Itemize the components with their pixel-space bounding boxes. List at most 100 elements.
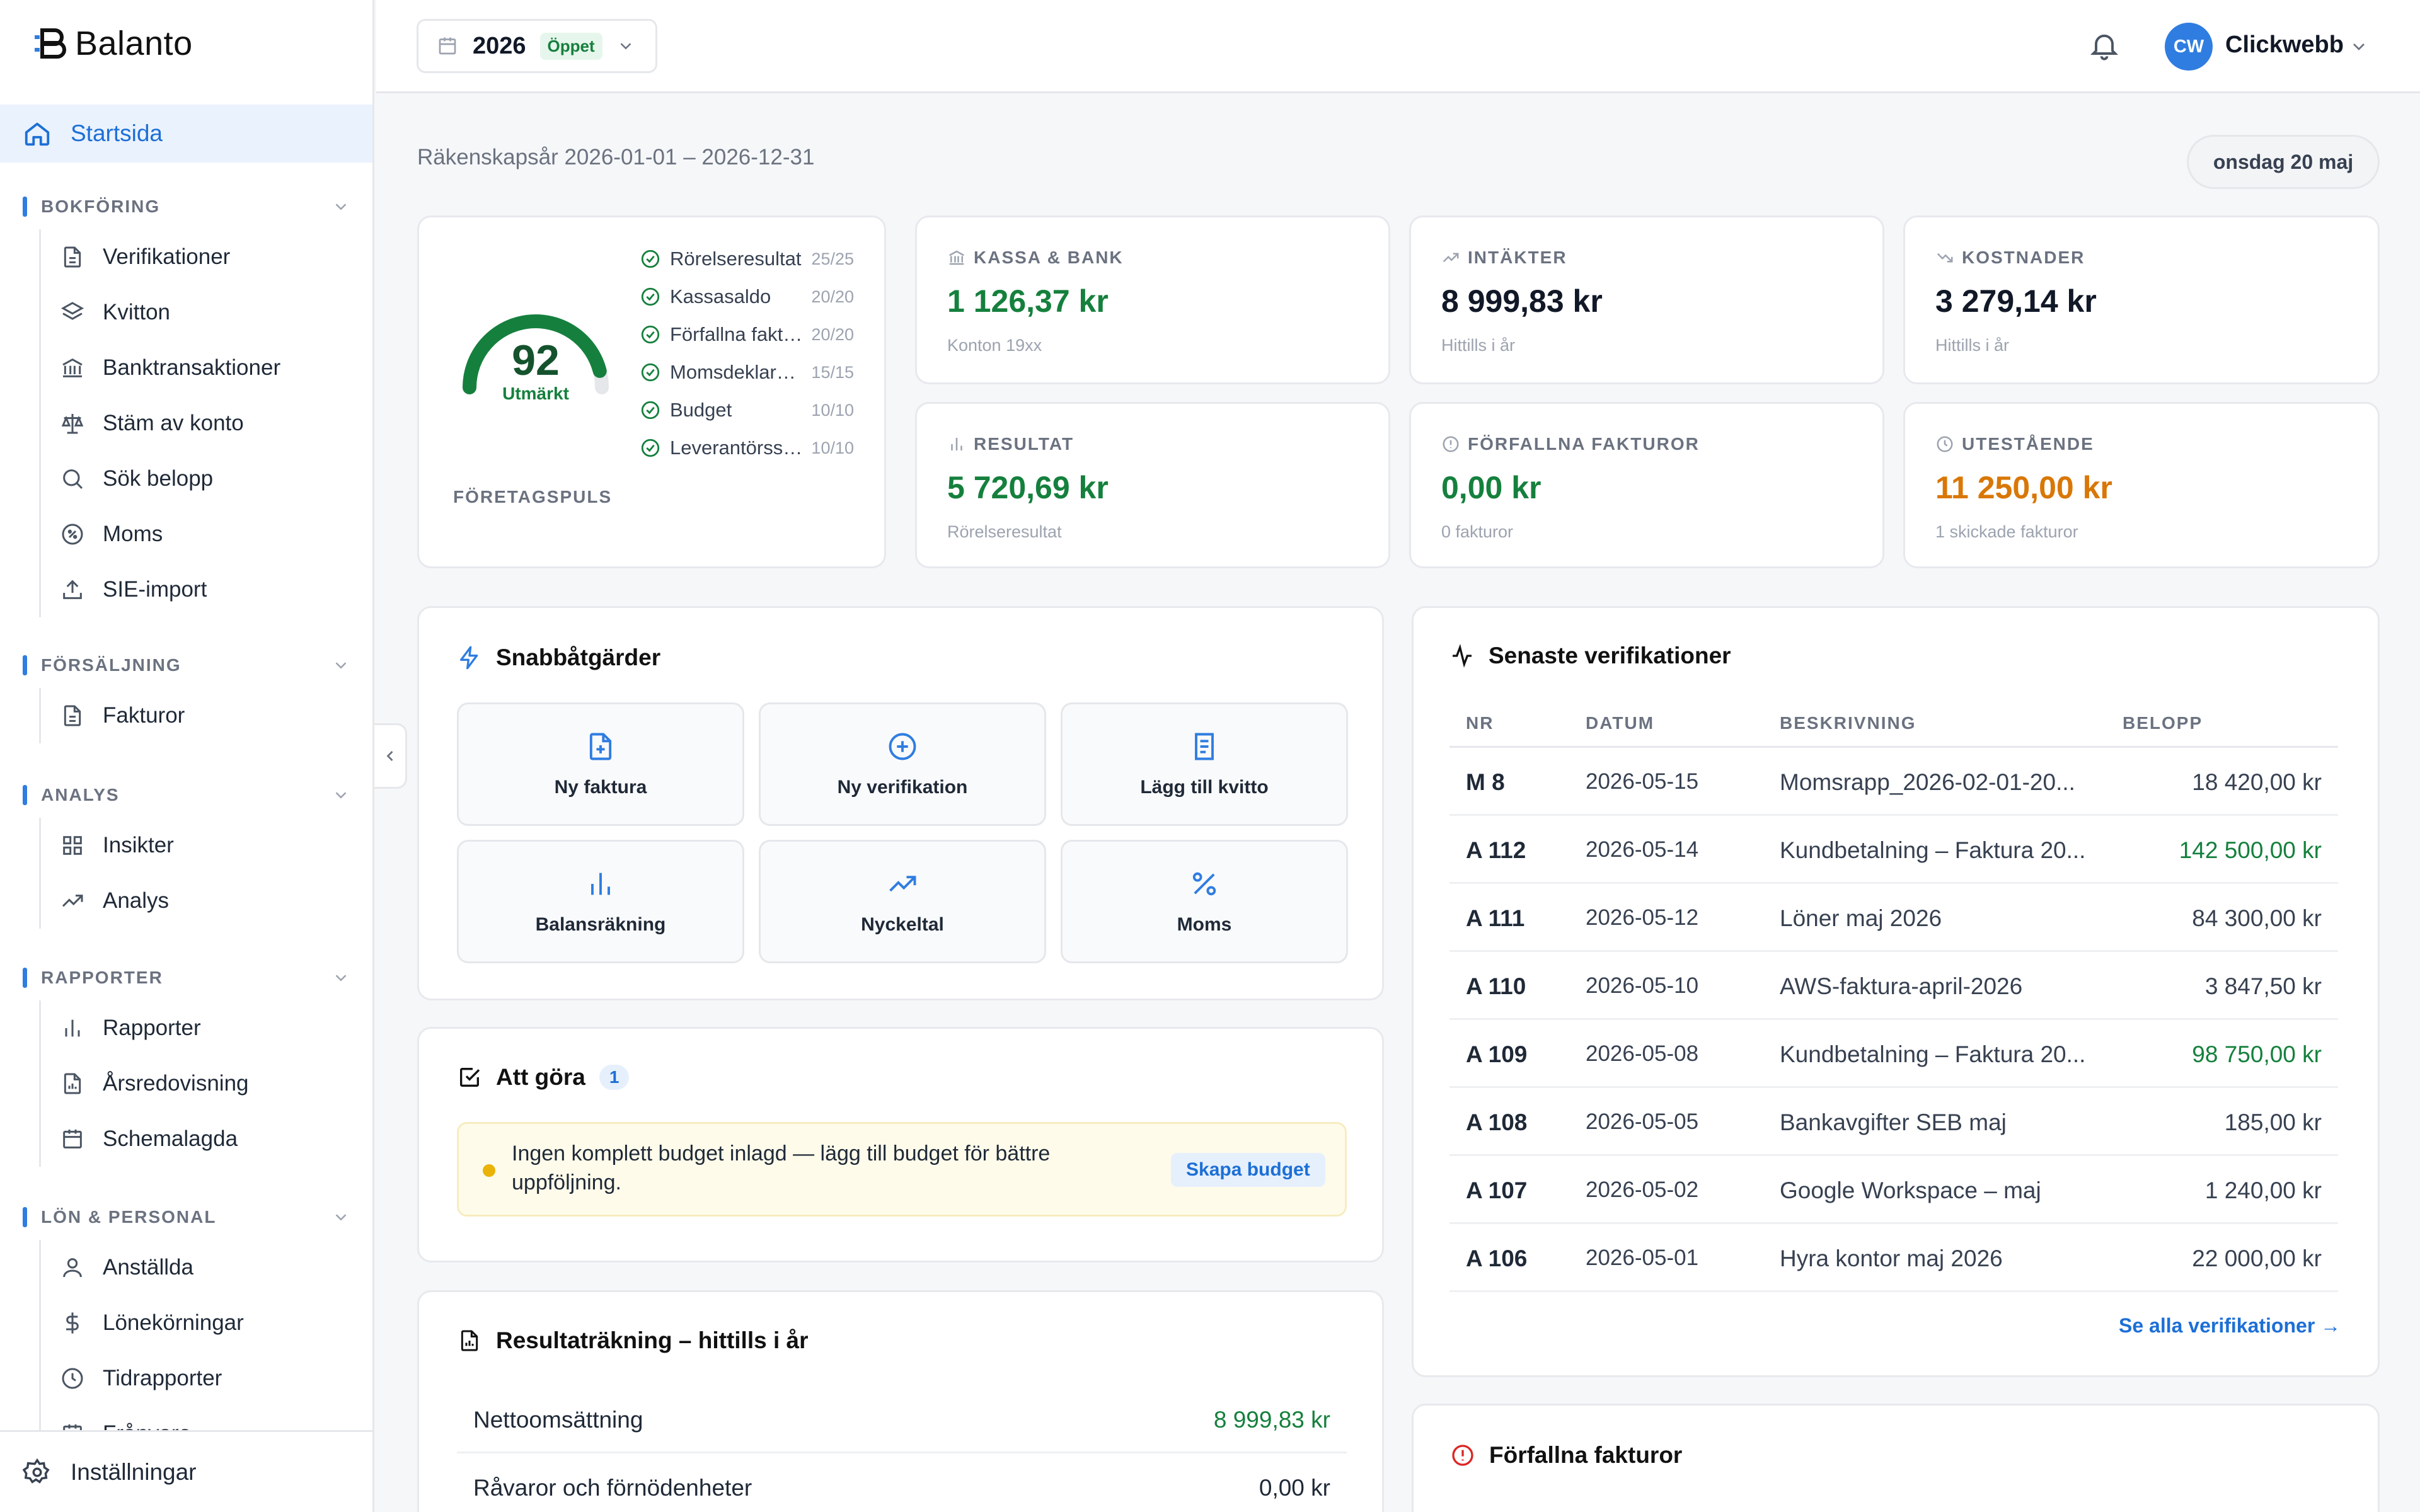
row-label: Nettoomsättning bbox=[473, 1407, 643, 1433]
table-row[interactable]: A 107 2026-05-02 Google Workspace – maj 1 2… bbox=[1449, 1156, 2338, 1224]
sidebar-item-settings[interactable]: Inställningar bbox=[0, 1430, 372, 1512]
section-bokforing[interactable]: BOKFÖRING bbox=[23, 194, 350, 219]
table-row[interactable]: A 111 2026-05-12 Löner maj 2026 84 300,00 k… bbox=[1449, 884, 2338, 952]
sidebar-item-arsredovisning[interactable]: Årsredovisning bbox=[41, 1056, 249, 1111]
todo-item: Ingen komplett budget inlagd — lägg till… bbox=[457, 1122, 1347, 1217]
clock-icon bbox=[62, 1368, 83, 1389]
table-row[interactable]: A 112 2026-05-14 Kundbetalning – Faktura 2… bbox=[1449, 816, 2338, 884]
verification-nr: A 111 bbox=[1466, 905, 1525, 931]
sidebar-item-lonekorningar[interactable]: Lönekörningar bbox=[41, 1295, 244, 1351]
kpi-sub: Hittills i år bbox=[1935, 336, 2010, 355]
section-title: ANALYS bbox=[41, 785, 120, 805]
action-vat[interactable]: Moms bbox=[1061, 840, 1348, 963]
bank-icon bbox=[949, 250, 964, 265]
kpi-value: 5 720,69 kr bbox=[947, 470, 1109, 505]
check-circle-icon bbox=[641, 438, 660, 457]
sidebar-item-fakturor[interactable]: Fakturor bbox=[41, 688, 185, 743]
sidebar-item-tidrapporter[interactable]: Tidrapporter bbox=[41, 1351, 244, 1406]
sidebar-item-rapporter[interactable]: Rapporter bbox=[41, 1000, 249, 1056]
sidebar-item-label: Verifikationer bbox=[103, 244, 231, 269]
action-key-figures[interactable]: Nyckeltal bbox=[759, 840, 1046, 963]
check-circle-icon bbox=[641, 249, 660, 268]
sidebar-item-analys[interactable]: Analys bbox=[41, 873, 174, 929]
kpi-outstanding[interactable]: UTESTÅENDE 11 250,00 kr 1 skickade faktu… bbox=[1903, 402, 2380, 568]
sidebar-item-label: Lönekörningar bbox=[103, 1310, 244, 1335]
section-rapporter[interactable]: RAPPORTER bbox=[23, 965, 350, 990]
check-circle-icon bbox=[641, 325, 660, 344]
kpi-costs[interactable]: KOSTNADER 3 279,14 kr Hittills i år bbox=[1903, 215, 2380, 384]
overdue-invoices-card: Förfallna fakturor bbox=[1412, 1404, 2380, 1512]
verification-description: Kundbetalning – Faktura 20... bbox=[1780, 837, 2086, 863]
section-lon-personal[interactable]: LÖN & PERSONAL bbox=[23, 1205, 350, 1230]
section-title: RAPPORTER bbox=[41, 968, 163, 987]
receipt-icon bbox=[1195, 733, 1214, 760]
see-all-verifications-link[interactable]: Se alla verifikationer → bbox=[2119, 1314, 2341, 1337]
sidebar-item-label: Årsredovisning bbox=[103, 1071, 249, 1096]
pulse-item-name: Rörelseresultat bbox=[670, 248, 802, 270]
pulse-checklist-item: Rörelseresultat 25/25 bbox=[640, 248, 854, 270]
activity-icon bbox=[1453, 644, 1472, 668]
section-title: LÖN & PERSONAL bbox=[41, 1207, 217, 1227]
sidebar-item-stam-av-konto[interactable]: Stäm av konto bbox=[41, 396, 280, 451]
chevron-down-icon bbox=[335, 975, 347, 982]
sidebar-item-label: Banktransaktioner bbox=[103, 355, 281, 380]
app-logo[interactable]: Balanto bbox=[33, 24, 193, 63]
verification-date: 2026-05-01 bbox=[1586, 1246, 1699, 1270]
kpi-result[interactable]: RESULTAT 5 720,69 kr Rörelseresultat bbox=[915, 402, 1390, 568]
sidebar-item-anstallda[interactable]: Anställda bbox=[41, 1240, 244, 1295]
table-row[interactable]: A 108 2026-05-05 Bankavgifter SEB maj 185,0… bbox=[1449, 1088, 2338, 1156]
table-row[interactable]: M 8 2026-05-15 Momsrapp_2026-02-01-20... 18… bbox=[1449, 748, 2338, 816]
action-label: Balansräkning bbox=[535, 914, 666, 935]
avatar[interactable]: CW bbox=[2165, 23, 2213, 71]
chevron-down-icon bbox=[335, 662, 347, 669]
kpi-value: 8 999,83 kr bbox=[1441, 284, 1603, 319]
sidebar-item-home[interactable]: Startsida bbox=[0, 105, 372, 163]
sidebar-item-label: Kvitton bbox=[103, 300, 170, 324]
table-row[interactable]: A 109 2026-05-08 Kundbetalning – Faktura 2… bbox=[1449, 1020, 2338, 1088]
settings-label: Inställningar bbox=[71, 1458, 197, 1485]
verification-amount: 185,00 kr bbox=[2224, 1109, 2322, 1135]
sidebar-item-verifikationer[interactable]: Verifikationer bbox=[41, 229, 280, 285]
action-add-receipt[interactable]: Lägg till kvitto bbox=[1061, 702, 1348, 826]
bank-icon bbox=[62, 358, 83, 377]
sidebar-item-schemalagda[interactable]: Schemalagda bbox=[41, 1111, 249, 1167]
sidebar-item-moms[interactable]: Moms bbox=[41, 507, 280, 562]
table-row[interactable]: A 106 2026-05-01 Hyra kontor maj 2026 22 00… bbox=[1449, 1224, 2338, 1292]
sidebar-item-banktransaktioner[interactable]: Banktransaktioner bbox=[41, 340, 280, 396]
sidebar-item-sie-import[interactable]: SIE-import bbox=[41, 562, 280, 617]
kpi-overdue-invoices[interactable]: FÖRFALLNA FAKTUROR 0,00 kr 0 fakturor bbox=[1409, 402, 1884, 568]
section-forsaljning[interactable]: FÖRSÄLJNING bbox=[23, 653, 350, 678]
notifications-button[interactable] bbox=[2088, 29, 2121, 62]
verification-description: Löner maj 2026 bbox=[1780, 905, 1942, 931]
lightning-icon bbox=[460, 646, 478, 670]
verification-amount: 98 750,00 kr bbox=[2192, 1041, 2322, 1067]
sidebar-item-insikter[interactable]: Insikter bbox=[41, 818, 174, 873]
trending-up-icon bbox=[889, 876, 916, 892]
fiscal-year-selector[interactable]: 2026 Öppet bbox=[417, 19, 657, 73]
verification-nr: A 110 bbox=[1466, 973, 1526, 999]
action-new-verification[interactable]: Ny verifikation bbox=[759, 702, 1046, 826]
table-row[interactable]: A 110 2026-05-10 AWS-faktura-april-2026 3 8… bbox=[1449, 952, 2338, 1020]
verification-nr: A 107 bbox=[1466, 1177, 1528, 1203]
verification-date: 2026-05-14 bbox=[1586, 837, 1699, 862]
sidebar-item-kvitton[interactable]: Kvitton bbox=[41, 285, 280, 340]
bar-chart-icon bbox=[591, 873, 610, 895]
action-label: Moms bbox=[1177, 914, 1232, 935]
action-label: Lägg till kvitto bbox=[1140, 777, 1269, 798]
kpi-cash-bank[interactable]: KASSA & BANK 1 126,37 kr Konton 19xx bbox=[915, 215, 1390, 384]
create-budget-button[interactable]: Skapa budget bbox=[1171, 1153, 1325, 1187]
action-new-invoice[interactable]: Ny faktura bbox=[457, 702, 744, 826]
top-bar: 2026 Öppet CW Clickwebb bbox=[376, 0, 2420, 93]
user-name[interactable]: Clickwebb bbox=[2225, 32, 2344, 59]
card-title: Förfallna fakturor bbox=[1489, 1442, 1683, 1468]
section-items-rapporter: Rapporter Årsredovisning Schemalagda bbox=[39, 1000, 249, 1167]
bar-chart-icon bbox=[951, 438, 962, 450]
sidebar-item-sok-belopp[interactable]: Sök belopp bbox=[41, 451, 280, 507]
verification-nr: A 108 bbox=[1466, 1109, 1528, 1135]
verification-description: Bankavgifter SEB maj bbox=[1780, 1109, 2007, 1135]
kpi-income[interactable]: INTÄKTER 8 999,83 kr Hittills i år bbox=[1409, 215, 1884, 384]
collapse-sidebar-button[interactable] bbox=[374, 723, 407, 789]
chevron-down-icon[interactable] bbox=[2349, 37, 2369, 57]
action-balance-sheet[interactable]: Balansräkning bbox=[457, 840, 744, 963]
section-analys[interactable]: ANALYS bbox=[23, 782, 350, 808]
